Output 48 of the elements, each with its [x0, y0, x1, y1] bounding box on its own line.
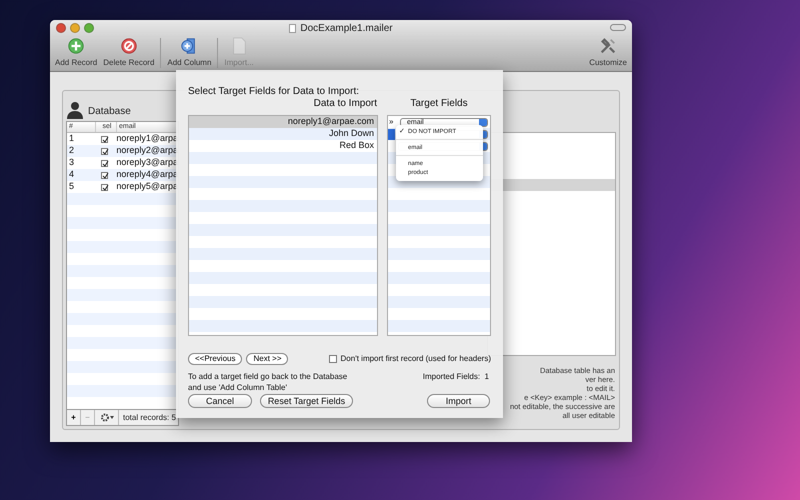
toolbar-button[interactable]: Delete Record	[100, 37, 158, 69]
column-header: Target Fields	[409, 98, 469, 109]
zoom-button[interactable]	[84, 23, 94, 33]
list-row[interactable]: noreply1@arpae.com	[189, 116, 377, 128]
checkbox[interactable]	[100, 148, 108, 154]
add-button[interactable]: +	[67, 410, 81, 425]
column-header: Data to Import	[312, 98, 378, 109]
document-icon	[230, 37, 248, 55]
table-cell-text: 2	[68, 144, 76, 158]
next-button[interactable]: Next >>	[246, 353, 288, 365]
person-silhouette-icon	[66, 101, 84, 119]
hint-text: To add a target field go back to the Database and use 'Add Column Table'	[188, 371, 348, 393]
table-cell-text: noreply5@arpa	[115, 180, 178, 194]
table-cell-text: noreply1@arpa	[115, 132, 178, 146]
tools-icon	[599, 37, 618, 55]
checkbox[interactable]	[100, 172, 108, 178]
checkbox[interactable]	[100, 160, 108, 166]
table-cell-text: 1	[68, 132, 76, 146]
checkbox[interactable]	[100, 136, 108, 142]
previous-button[interactable]: <<Previous	[188, 353, 242, 365]
plus-circle-icon	[67, 37, 86, 55]
reset-button[interactable]: Reset Target Fields	[260, 394, 353, 408]
toolbar-button[interactable]: Add Record	[52, 37, 100, 69]
toolbar-button[interactable]: Customize	[586, 37, 630, 69]
toolbar-toggle-button[interactable]	[610, 24, 626, 31]
checkbox[interactable]	[328, 355, 337, 363]
database-title: Database	[88, 105, 131, 119]
no-entry-icon	[120, 37, 138, 55]
checkbox-label: Don't import first record (used for headers)	[340, 353, 491, 365]
checkbox[interactable]	[100, 184, 108, 190]
imported-count: Imported Fields: 1	[422, 371, 490, 383]
import-button[interactable]: Import	[427, 394, 490, 408]
record-count: total records: 5	[122, 412, 176, 424]
minimize-button[interactable]	[70, 23, 80, 33]
table-cell-text: noreply3@arpa	[115, 156, 178, 170]
table-cell-text: 3	[68, 156, 76, 170]
table-cell-text: 5	[68, 180, 76, 194]
row-marker: »	[388, 117, 394, 127]
table-cell-text: noreply4@arpa	[115, 168, 178, 182]
cancel-button[interactable]: Cancel	[188, 394, 252, 408]
sheet-title: Select Target Fields for Data to Import:	[188, 85, 360, 98]
close-button[interactable]	[56, 23, 66, 33]
window-title: DocExample1.mailer	[300, 22, 393, 36]
document-icon	[289, 24, 296, 32]
toolbar-button[interactable]: Add Column	[164, 37, 214, 69]
table-cell-text: noreply2@arpa	[115, 144, 178, 158]
table-cell-text: 4	[68, 168, 76, 182]
gear-icon	[100, 413, 114, 422]
